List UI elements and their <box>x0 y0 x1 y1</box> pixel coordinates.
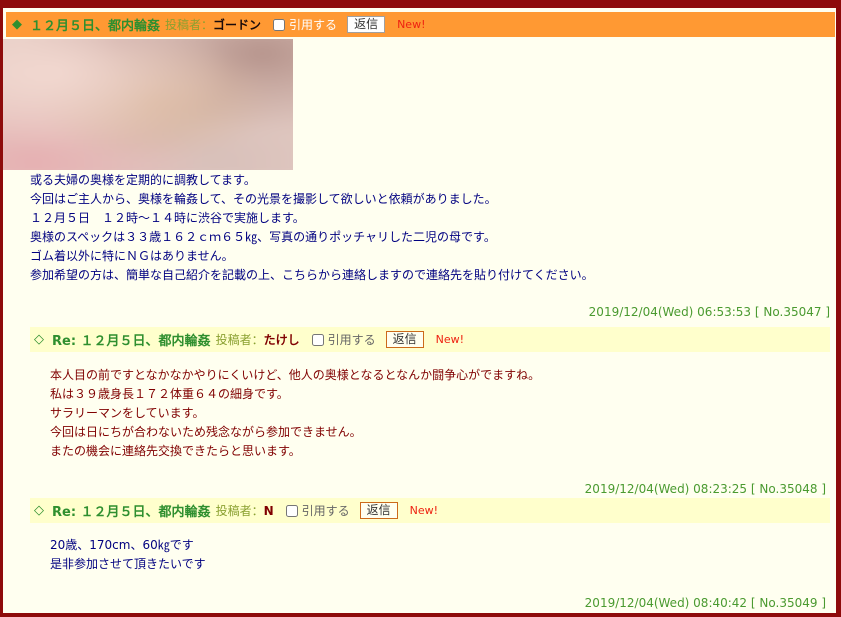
author-label: 投稿者： <box>215 504 264 518</box>
reply-body-line: 是非参加させて頂きたいです <box>50 557 206 571</box>
quote-checkbox[interactable] <box>311 333 324 346</box>
post-body-line: ゴム着以外に特にＮＧはありません。 <box>30 249 234 263</box>
reply-header: ◇ Re: １２月５日、都内輪姦 投稿者： N 引用する 返信 New! <box>30 498 830 523</box>
post-date: 2019/12/04(Wed) 06:53:53 <box>588 305 752 319</box>
new-badge: New! <box>409 504 439 517</box>
reply-number: [ No.35048 ] <box>750 482 826 496</box>
reply-body: 20歳、170cm、60㎏です 是非参加させて頂きたいです <box>50 536 206 574</box>
author-label: 投稿者： <box>215 333 264 347</box>
quote-checkbox-label[interactable]: 引用する <box>311 331 376 348</box>
reply-date-line: 2019/12/04(Wed) 08:40:42 [ No.35049 ] <box>585 594 826 612</box>
reply-date: 2019/12/04(Wed) 08:23:25 <box>584 482 748 496</box>
new-badge: New! <box>435 333 465 346</box>
quote-checkbox-label[interactable]: 引用する <box>273 16 337 33</box>
post-body-line: 奥様のスペックは３３歳１６２ｃｍ６５㎏、写真の通りポッチャリした二児の母です。 <box>30 230 496 244</box>
post-image[interactable] <box>3 39 293 170</box>
reply-date-line: 2019/12/04(Wed) 08:23:25 [ No.35048 ] <box>585 480 826 498</box>
author-name: ゴードン <box>213 18 262 32</box>
outline-diamond-icon: ◇ <box>34 503 44 518</box>
post-body-line: 今回はご主人から、奥様を輪姦して、その光景を撮影して欲しいと依頼がありました。 <box>30 192 497 206</box>
reply-body-line: 本人目の前ですとなかなかやりにくいけど、他人の奥様となるとなんか闘争心がでますね… <box>50 368 541 382</box>
reply-body: 本人目の前ですとなかなかやりにくいけど、他人の奥様となるとなんか闘争心がでますね… <box>50 366 540 461</box>
quote-checkbox[interactable] <box>273 18 286 31</box>
author-name: たけし <box>263 333 300 347</box>
author-label: 投稿者： <box>165 18 214 32</box>
quote-label-text: 引用する <box>289 18 338 32</box>
post-body: 或る夫婦の奥様を定期的に調教してます。 今回はご主人から、奥様を輪姦して、その光… <box>30 171 594 285</box>
reply-title: Re: １２月５日、都内輪姦 <box>52 334 211 349</box>
post-title: １２月５日、都内輪姦 <box>30 19 161 34</box>
post-body-line: 或る夫婦の奥様を定期的に調教してます。 <box>30 173 256 187</box>
reply-body-line: 20歳、170cm、60㎏です <box>50 538 194 552</box>
author-name: N <box>263 503 274 518</box>
post-header: ◆ １２月５日、都内輪姦 投稿者： ゴードン 引用する 返信 New! <box>6 12 835 37</box>
reply-body-line: サラリーマンをしています。 <box>50 406 205 420</box>
quote-label-text: 引用する <box>327 333 376 347</box>
reply-number: [ No.35049 ] <box>750 596 826 610</box>
reply-button[interactable]: 返信 <box>385 331 424 348</box>
page-frame: { "colors": { "frame": "#8e0b0b", "panel… <box>0 0 841 617</box>
reply-body-line: 今回は日にちが合わないため残念ながら参加できません。 <box>50 425 362 439</box>
reply-button[interactable]: 返信 <box>359 502 398 519</box>
new-badge: New! <box>397 18 426 31</box>
post-number: [ No.35047 ] <box>754 305 830 319</box>
reply-title: Re: １２月５日、都内輪姦 <box>52 505 211 520</box>
reply-date: 2019/12/04(Wed) 08:40:42 <box>584 596 748 610</box>
outline-diamond-icon: ◇ <box>34 332 44 347</box>
filled-diamond-icon: ◆ <box>12 17 22 32</box>
post-body-line: １２月５日 １２時～１４時に渋谷で実施します。 <box>30 211 305 225</box>
post-date-line: 2019/12/04(Wed) 06:53:53 [ No.35047 ] <box>589 303 830 321</box>
quote-checkbox[interactable] <box>285 504 298 517</box>
reply-header: ◇ Re: １２月５日、都内輪姦 投稿者： たけし 引用する 返信 New! <box>30 327 830 352</box>
post-image-blurred-photo <box>3 39 293 170</box>
quote-label-text: 引用する <box>301 504 350 518</box>
reply-body-line: またの機会に連絡先交換できたらと思います。 <box>50 444 301 458</box>
reply-body-line: 私は３９歳身長１７２体重６４の細身です。 <box>50 387 289 401</box>
post-body-line: 参加希望の方は、簡単な自己紹介を記載の上、こちらから連絡しますので連絡先を貼り付… <box>30 268 594 282</box>
reply-button[interactable]: 返信 <box>347 16 386 33</box>
quote-checkbox-label[interactable]: 引用する <box>285 502 350 519</box>
